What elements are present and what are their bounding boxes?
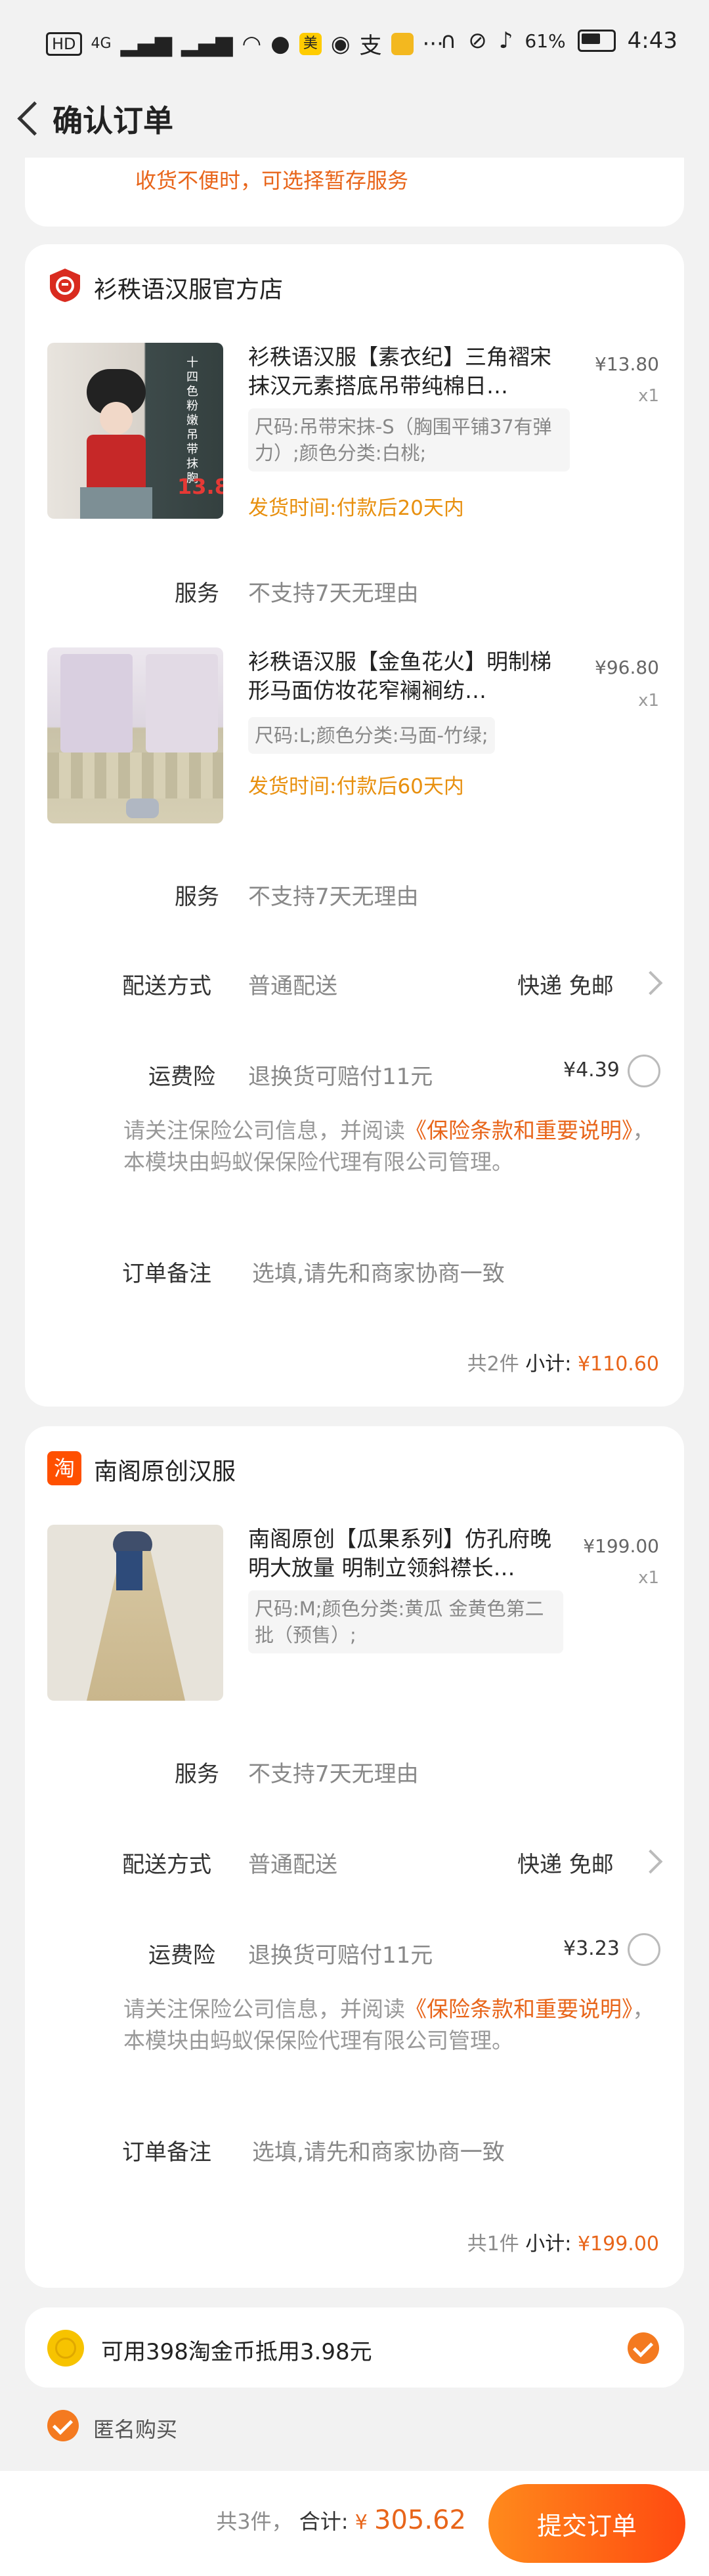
chevron-right-icon[interactable] [638, 1849, 663, 1874]
delivery-value: 普通配送 [248, 973, 337, 999]
product-image-price: 13.8 [177, 474, 223, 499]
product-image-text: 十四色粉嫩吊带抹胸 [186, 356, 198, 485]
product-image[interactable] [47, 647, 223, 823]
insurance-price: ¥4.39 [563, 1059, 620, 1081]
delivery-label: 配送方式 [122, 1852, 211, 1878]
insurance-terms-link[interactable]: 《保险条款和重要说明》 [405, 1118, 633, 1143]
insurance-notice: 请关注保险公司信息，并阅读《保险条款和重要说明》，本模块由蚂蚁保保险代理有限公司… [123, 1996, 655, 2053]
coin-icon [47, 2330, 84, 2367]
shop-card-1: 衫秩语汉服官方店 十四色粉嫩吊带抹胸 13.8 衫秩语汉服【素衣纪】三角褶宋抹汉… [25, 244, 684, 1407]
coins-card: 可用398淘金币抵用3.98元 [25, 2307, 684, 2388]
signal-x-icon: ▂▄▆ [181, 30, 233, 57]
meituan-icon: 美 [299, 32, 322, 55]
product-price: ¥96.80 [595, 657, 659, 678]
storage-service-card: 收货不便时，可选择暂存服务 [25, 158, 684, 227]
service-value[interactable]: 不支持7天无理由 [248, 879, 419, 911]
service-label: 服务 [175, 1761, 219, 1787]
remark-input[interactable]: 选填,请先和商家协商一致 [252, 1255, 646, 1288]
product-qty: x1 [638, 691, 659, 710]
subtotal: 共1件 小计: ¥199.00 [467, 2233, 659, 2256]
total-summary: 共3件， 合计: ¥ 305.62 [216, 2505, 466, 2535]
remark-label: 订单备注 [122, 1261, 211, 1287]
alarm-icon: ⊘ [468, 28, 487, 54]
shop-name[interactable]: 南阁原创汉服 [94, 1452, 236, 1487]
coins-checkbox[interactable] [628, 2332, 659, 2364]
ship-time: 发货时间:付款后60天内 [248, 775, 464, 798]
battery-percent: 61% [525, 30, 566, 52]
status-right-icons: ∩ ⊘ ♪ 61% 4:43 [440, 28, 677, 54]
service-label: 服务 [175, 884, 219, 910]
insurance-notice: 请关注保险公司信息，并阅读《保险条款和重要说明》，本模块由蚂蚁保保险代理有限公司… [123, 1118, 655, 1175]
delivery-option[interactable]: 快递 免邮 [517, 1846, 614, 1879]
shop-name[interactable]: 衫秩语汉服官方店 [94, 271, 283, 305]
product-price: ¥13.80 [595, 353, 659, 375]
bulb-icon: ◉ [330, 30, 351, 57]
chevron-left-icon [17, 101, 52, 136]
insurance-value: 退换货可赔付11元 [248, 1942, 433, 1969]
insurance-radio[interactable] [628, 1055, 660, 1087]
product-image[interactable]: 十四色粉嫩吊带抹胸 13.8 [47, 343, 223, 519]
total-currency: ¥ [354, 2511, 368, 2534]
service-value[interactable]: 不支持7天无理由 [248, 575, 419, 607]
delivery-label: 配送方式 [122, 973, 211, 999]
alipay-icon: 支 [359, 33, 382, 59]
service-value[interactable]: 不支持7天无理由 [248, 1756, 419, 1788]
message-icon: ● [270, 30, 290, 57]
page-title: 确认订单 [53, 103, 173, 139]
title-bar: 确认订单 [0, 85, 709, 158]
remark-input[interactable]: 选填,请先和商家协商一致 [252, 2134, 646, 2166]
notes-icon [391, 32, 414, 55]
mute-icon: ♪ [498, 28, 513, 54]
storage-service-notice[interactable]: 收货不便时，可选择暂存服务 [135, 164, 408, 194]
product-spec[interactable]: 尺码:吊带宋抹-S（胸围平铺37有弹力）;颜色分类:白桃; [248, 408, 570, 471]
insurance-price: ¥3.23 [563, 1937, 620, 1960]
insurance-label: 运费险 [148, 1064, 215, 1090]
remark-label: 订单备注 [122, 2139, 211, 2166]
product-title[interactable]: 南阁原创【瓜果系列】仿孔府晚明大放量 明制立领斜襟长… [248, 1525, 557, 1583]
anonymous-label[interactable]: 匿名购买 [93, 2413, 177, 2443]
product-title[interactable]: 衫秩语汉服【金鱼花火】明制梯形马面仿妆花窄襕裥纺… [248, 647, 557, 705]
bottom-bar: 共3件， 合计: ¥ 305.62 提交订单 [0, 2471, 709, 2576]
battery-icon [577, 30, 616, 52]
tmall-shop-icon [47, 267, 83, 303]
total-value: 305.62 [374, 2505, 466, 2535]
anonymous-checkbox[interactable] [47, 2410, 79, 2441]
headphone-icon: ∩ [440, 28, 457, 54]
product-price: ¥199.00 [583, 1535, 659, 1557]
total-count: 共3件， [216, 2509, 293, 2534]
delivery-value: 普通配送 [248, 1852, 337, 1878]
shop-card-2: 淘 南阁原创汉服 南阁原创【瓜果系列】仿孔府晚明大放量 明制立领斜襟长… 尺码:… [25, 1426, 684, 2288]
product-spec[interactable]: 尺码:L;颜色分类:马面-竹绿; [248, 717, 495, 754]
clock: 4:43 [627, 28, 677, 54]
product-spec[interactable]: 尺码:M;颜色分类:黄瓜 金黄色第二批（预售）; [248, 1590, 563, 1653]
chevron-right-icon[interactable] [638, 971, 663, 995]
insurance-label: 运费险 [148, 1942, 215, 1969]
hd-icon: HD [46, 32, 82, 56]
submit-order-button[interactable]: 提交订单 [488, 2484, 685, 2563]
insurance-value: 退换货可赔付11元 [248, 1064, 433, 1090]
network-icon: 4G [91, 35, 112, 52]
product-image[interactable] [47, 1525, 223, 1701]
service-label: 服务 [175, 580, 219, 607]
product-qty: x1 [638, 386, 659, 406]
insurance-radio[interactable] [628, 1933, 660, 1966]
total-label: 合计: [299, 2509, 349, 2534]
status-left-icons: HD 4G ▂▄▆ ▂▄▆ ◠ ● 美 ◉ 支 ··· [46, 28, 444, 60]
product-title[interactable]: 衫秩语汉服【素衣纪】三角褶宋抹汉元素搭底吊带纯棉日… [248, 343, 557, 401]
delivery-option[interactable]: 快递 免邮 [517, 968, 614, 1000]
signal-icon: ▂▄▆ [120, 30, 173, 57]
ship-time: 发货时间:付款后20天内 [248, 496, 464, 520]
coins-text: 可用398淘金币抵用3.98元 [101, 2339, 372, 2365]
insurance-terms-link[interactable]: 《保险条款和重要说明》 [405, 1996, 633, 2022]
subtotal: 共2件 小计: ¥110.60 [467, 1353, 659, 1376]
back-button[interactable] [13, 97, 53, 143]
product-qty: x1 [638, 1568, 659, 1588]
taobao-shop-icon: 淘 [47, 1451, 81, 1485]
status-bar: HD 4G ▂▄▆ ▂▄▆ ◠ ● 美 ◉ 支 ··· ∩ ⊘ ♪ 61% 4:… [0, 0, 709, 85]
wifi-icon: ◠ [242, 30, 262, 57]
